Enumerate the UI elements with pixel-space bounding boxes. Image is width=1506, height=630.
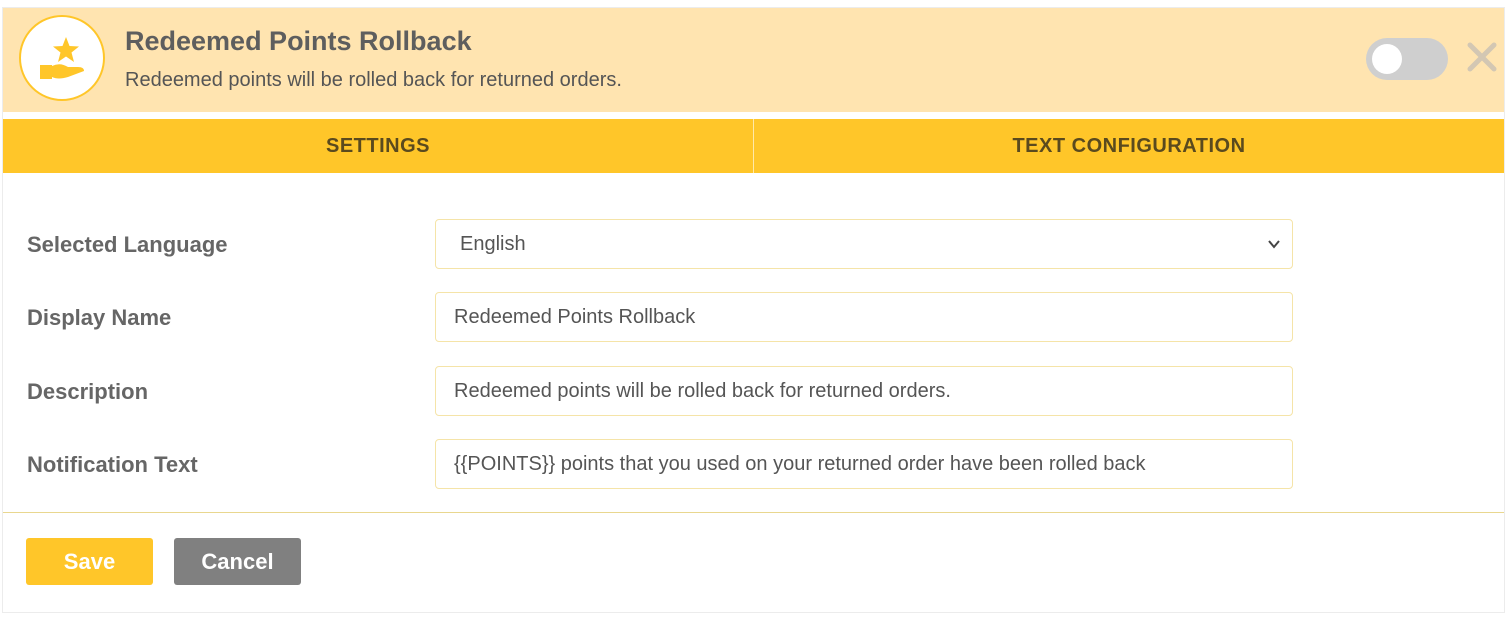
rollback-settings-card: Redeemed Points Rollback Redeemed points… (2, 7, 1505, 613)
tab-settings[interactable]: SETTINGS (3, 119, 753, 173)
notification-text-label: Notification Text (27, 452, 198, 477)
star-hand-icon (19, 15, 105, 101)
notification-text-input[interactable] (435, 439, 1293, 489)
language-row: Selected Language English (3, 219, 1504, 271)
feature-description: Redeemed points will be rolled back for … (125, 69, 622, 91)
feature-header: Redeemed Points Rollback Redeemed points… (3, 8, 1504, 112)
display-name-row: Display Name (3, 292, 1504, 344)
language-selected-value: English (460, 232, 526, 255)
description-label: Description (27, 379, 149, 404)
language-select[interactable]: English (435, 219, 1293, 269)
footer-divider (3, 512, 1504, 513)
language-label: Selected Language (27, 232, 228, 257)
toggle-knob (1372, 44, 1402, 74)
display-name-label: Display Name (27, 305, 172, 330)
description-input[interactable] (435, 366, 1293, 416)
close-icon (1467, 42, 1497, 72)
save-button[interactable]: Save (26, 538, 153, 585)
cancel-button[interactable]: Cancel (174, 538, 301, 585)
feature-title: Redeemed Points Rollback (125, 26, 472, 56)
notification-text-row: Notification Text (3, 439, 1504, 491)
close-button[interactable] (1465, 40, 1499, 74)
tab-text-configuration[interactable]: TEXT CONFIGURATION (753, 119, 1504, 173)
description-row: Description (3, 366, 1504, 418)
display-name-input[interactable] (435, 292, 1293, 342)
chevron-down-icon (1268, 240, 1280, 249)
feature-enable-toggle[interactable] (1366, 38, 1448, 80)
tab-bar: SETTINGS TEXT CONFIGURATION (3, 119, 1504, 173)
